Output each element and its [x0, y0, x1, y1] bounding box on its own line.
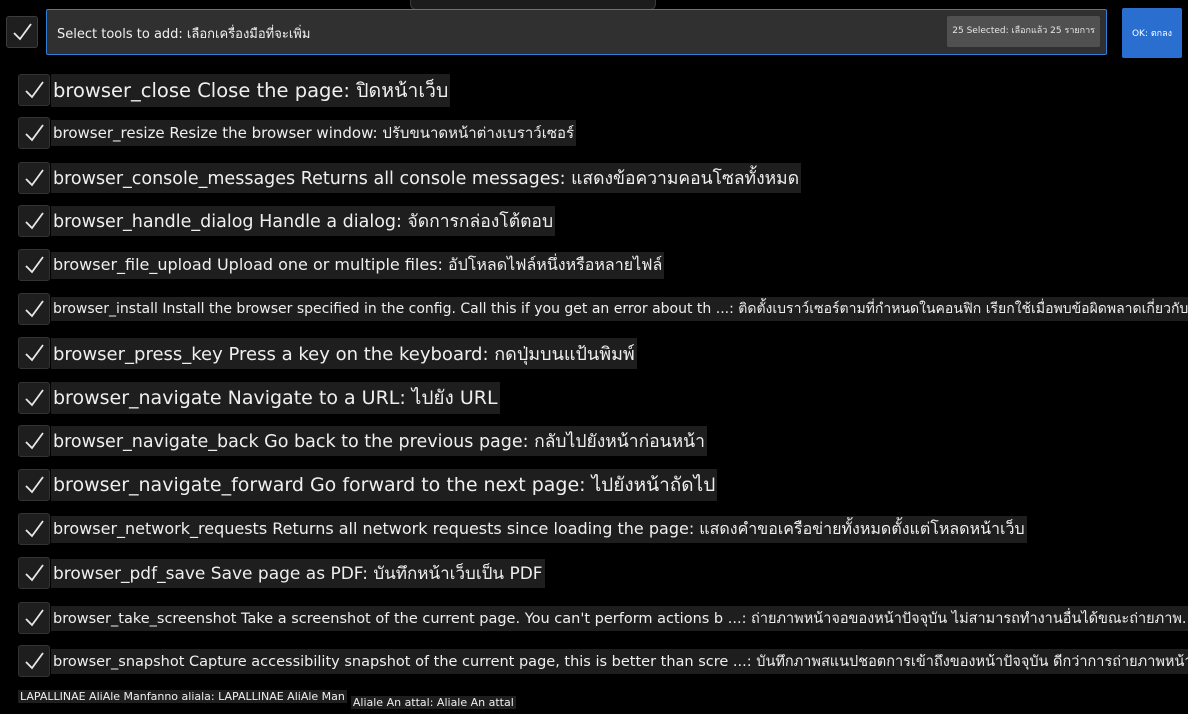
- tool-label: browser_snapshot Capture accessibility s…: [51, 648, 1188, 674]
- tool-list-item[interactable]: browser_navigate_forward Go forward to t…: [18, 465, 718, 505]
- checkmark-icon: [25, 389, 44, 407]
- tool-checkbox[interactable]: [18, 645, 50, 677]
- checkmark-icon: [25, 564, 44, 582]
- tool-checkbox[interactable]: [18, 337, 50, 369]
- tool-list-item[interactable]: browser_file_upload Upload one or multip…: [18, 245, 665, 285]
- checkmark-icon: [13, 23, 32, 41]
- checkmark-icon: [25, 300, 44, 318]
- tool-label: browser_install Install the browser spec…: [51, 297, 1188, 321]
- tool-checkbox[interactable]: [18, 74, 50, 106]
- tool-checkbox[interactable]: [18, 557, 50, 589]
- tool-label: browser_navigate Navigate to a URL: ไปยั…: [51, 382, 500, 414]
- tool-label: browser_press_key Press a key on the key…: [51, 337, 637, 369]
- tool-label: browser_close Close the page: ปิดหน้าเว็…: [51, 73, 451, 107]
- tool-checkbox[interactable]: [18, 117, 50, 149]
- tool-list-item[interactable]: browser_resize Resize the browser window…: [18, 113, 577, 153]
- tool-label: browser_take_screenshot Take a screensho…: [51, 605, 1188, 631]
- tool-label: browser_pdf_save Save page as PDF: บันทึ…: [51, 558, 545, 588]
- tool-checkbox[interactable]: [18, 162, 50, 194]
- checkmark-icon: [25, 169, 44, 187]
- tool-checkbox[interactable]: [18, 249, 50, 281]
- tool-checkbox[interactable]: [18, 293, 50, 325]
- tool-label: browser_navigate_forward Go forward to t…: [51, 469, 718, 501]
- tool-label: browser_navigate_back Go back to the pre…: [51, 426, 707, 456]
- tool-list-item[interactable]: browser_take_screenshot Take a screensho…: [18, 598, 1188, 638]
- tool-list-item[interactable]: browser_close Close the page: ปิดหน้าเว็…: [18, 70, 451, 110]
- clipped-item-label: LAPALLINAE AliAle Manfanno aliala: LAPAL…: [18, 690, 347, 703]
- tool-list-item[interactable]: browser_handle_dialog Handle a dialog: จ…: [18, 201, 556, 241]
- tool-list-item[interactable]: browser_snapshot Capture accessibility s…: [18, 641, 1188, 681]
- tool-list-item[interactable]: browser_navigate_back Go back to the pre…: [18, 421, 707, 461]
- tool-label: browser_network_requests Returns all net…: [51, 515, 1027, 543]
- tool-checkbox[interactable]: [18, 425, 50, 457]
- tool-checkbox[interactable]: [18, 382, 50, 414]
- checkmark-icon: [25, 652, 44, 670]
- tool-list-item[interactable]: browser_pdf_save Save page as PDF: บันทึ…: [18, 553, 545, 593]
- checkmark-icon: [25, 432, 44, 450]
- search-input-value: Select tools to add: เลือกเครื่องมือที่จ…: [57, 27, 311, 42]
- tool-list-item[interactable]: browser_install Install the browser spec…: [18, 289, 1188, 329]
- tool-label: browser_handle_dialog Handle a dialog: จ…: [51, 206, 556, 236]
- checkmark-icon: [25, 212, 44, 230]
- ok-button[interactable]: OK: ตกลง: [1122, 8, 1182, 58]
- checkmark-icon: [25, 609, 44, 627]
- tool-checkbox[interactable]: [18, 469, 50, 501]
- clipped-overlay-text: Aliale An attal: Aliale An attal: [350, 696, 516, 709]
- tool-list-item[interactable]: browser_press_key Press a key on the key…: [18, 333, 637, 373]
- tool-checkbox[interactable]: [18, 205, 50, 237]
- tool-label: browser_file_upload Upload one or multip…: [51, 251, 665, 279]
- checkmark-icon: [25, 344, 44, 362]
- clipped-list-item[interactable]: LAPALLINAE AliAle Manfanno aliala: LAPAL…: [18, 690, 516, 714]
- select-all-checkbox[interactable]: [6, 16, 38, 48]
- tool-list-item[interactable]: browser_navigate Navigate to a URL: ไปยั…: [18, 378, 500, 418]
- checkmark-icon: [25, 520, 44, 538]
- selected-count-badge: 25 Selected: เลือกแล้ว 25 รายการ: [947, 16, 1100, 47]
- tool-checkbox[interactable]: [18, 602, 50, 634]
- tool-search-input[interactable]: Select tools to add: เลือกเครื่องมือที่จ…: [46, 9, 1107, 55]
- checkmark-icon: [25, 81, 44, 99]
- tool-label: browser_resize Resize the browser window…: [51, 120, 577, 146]
- checkmark-icon: [25, 256, 44, 274]
- tool-list-item[interactable]: browser_network_requests Returns all net…: [18, 509, 1027, 549]
- tool-checkbox[interactable]: [18, 513, 50, 545]
- checkmark-icon: [25, 124, 44, 142]
- tool-label: browser_console_messages Returns all con…: [51, 163, 802, 193]
- tool-list-item[interactable]: browser_console_messages Returns all con…: [18, 158, 802, 198]
- checkmark-icon: [25, 476, 44, 494]
